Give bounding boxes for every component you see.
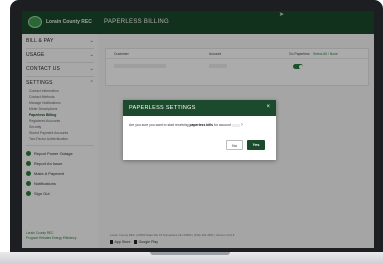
app-screen: Lorain County REC BILL & PAY ⌄ USAGE ⌄ C… <box>22 11 374 248</box>
dialog-header: PAPERLESS SETTINGS × <box>123 100 276 116</box>
paperless-settings-dialog: PAPERLESS SETTINGS × Are you sure you wa… <box>123 100 276 160</box>
laptop-base-notch <box>150 252 230 255</box>
yes-button[interactable]: Yes <box>247 140 265 150</box>
no-button[interactable]: No <box>226 140 243 150</box>
close-icon[interactable]: × <box>266 104 270 110</box>
dialog-message-prefix: Are you sure you want to start receiving <box>129 123 190 127</box>
dialog-message-end: ? <box>240 123 243 127</box>
dialog-title: PAPERLESS SETTINGS <box>129 105 196 111</box>
dialog-message-suffix: for account <box>213 123 231 127</box>
account-number-redacted <box>231 123 240 127</box>
dialog-message-bold: paperless bills <box>189 123 214 127</box>
dialog-message: Are you sure you want to start receiving… <box>129 123 243 127</box>
